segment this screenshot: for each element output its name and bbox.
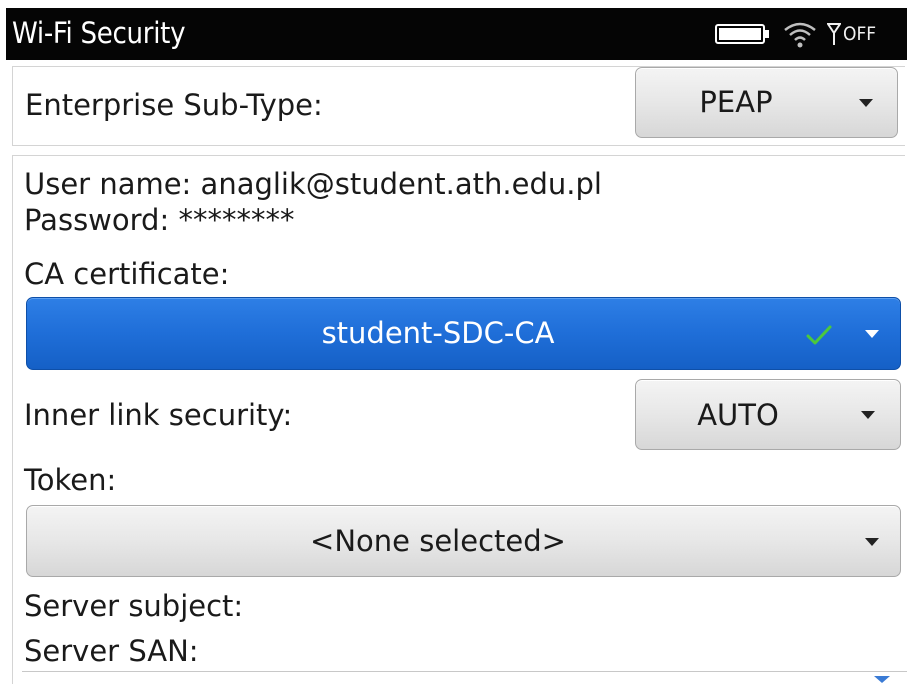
- wifi-icon: [784, 22, 816, 48]
- inner-link-security-label: Inner link security:: [24, 398, 293, 432]
- battery-icon: [715, 24, 769, 44]
- password-text: Password: ********: [24, 203, 295, 237]
- title-bar: Wi-Fi Security OFF: [6, 8, 907, 60]
- enterprise-subtype-label: Enterprise Sub-Type:: [25, 88, 323, 122]
- screen-title: Wi-Fi Security: [12, 16, 186, 50]
- chevron-down-icon: [859, 99, 873, 107]
- credentials-panel: User name: anaglik@student.ath.edu.pl Pa…: [12, 155, 905, 684]
- checkmark-icon: [806, 325, 832, 345]
- ca-certificate-value: student-SDC-CA: [321, 316, 555, 350]
- screen-edge: [0, 0, 6, 684]
- inner-link-security-dropdown[interactable]: AUTO: [635, 379, 901, 450]
- status-area: OFF: [707, 8, 907, 60]
- scroll-down-indicator-icon[interactable]: [874, 676, 890, 683]
- token-value: <None selected>: [310, 524, 566, 558]
- chevron-down-icon: [865, 330, 879, 338]
- enterprise-subtype-dropdown[interactable]: PEAP: [635, 67, 898, 138]
- ca-certificate-label: CA certificate:: [24, 257, 230, 291]
- ca-certificate-dropdown[interactable]: student-SDC-CA: [26, 297, 901, 370]
- server-subject-label: Server subject:: [24, 589, 244, 623]
- chevron-down-icon: [865, 538, 879, 546]
- username-text: User name: anaglik@student.ath.edu.pl: [24, 167, 602, 201]
- chevron-down-icon: [861, 411, 875, 419]
- antenna-icon: [827, 23, 841, 45]
- radio-off-label: OFF: [843, 23, 877, 45]
- token-label: Token:: [24, 463, 117, 497]
- enterprise-subtype-value: PEAP: [699, 85, 773, 119]
- inner-link-security-value: AUTO: [697, 398, 779, 432]
- list-divider: [22, 671, 907, 672]
- enterprise-panel: Enterprise Sub-Type: PEAP: [12, 66, 905, 146]
- server-san-label: Server SAN:: [24, 634, 199, 668]
- token-dropdown[interactable]: <None selected>: [26, 505, 901, 577]
